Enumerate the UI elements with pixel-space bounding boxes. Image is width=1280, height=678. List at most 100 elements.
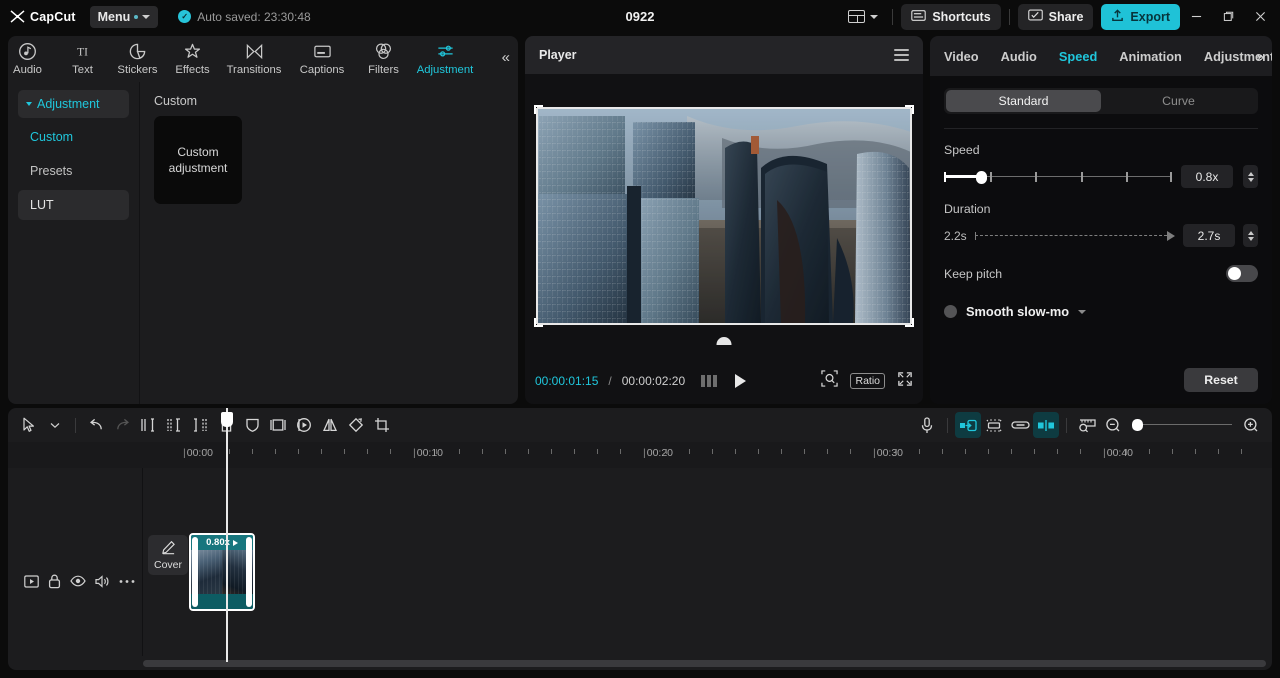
ruler-tick bbox=[896, 449, 897, 454]
zoom-slider-knob[interactable] bbox=[1132, 419, 1143, 431]
select-tool-dropdown[interactable] bbox=[42, 412, 68, 438]
video-clip[interactable]: 0.80x bbox=[189, 533, 255, 611]
tab-animation[interactable]: Animation bbox=[1119, 49, 1182, 64]
zoom-in-button[interactable] bbox=[1238, 412, 1264, 438]
close-button[interactable] bbox=[1244, 0, 1276, 33]
speed-mode-standard[interactable]: Standard bbox=[946, 90, 1101, 112]
maximize-button[interactable] bbox=[1212, 0, 1244, 33]
tab-effects[interactable]: Effects bbox=[165, 37, 220, 81]
smooth-slow-mo-row[interactable]: Smooth slow-mo bbox=[944, 304, 1258, 319]
tab-adjustment[interactable]: Adjustment bbox=[411, 37, 479, 81]
adjust-spacing-button[interactable] bbox=[981, 412, 1007, 438]
freeze-button[interactable] bbox=[239, 412, 265, 438]
timeline-horizontal-scrollbar[interactable] bbox=[143, 660, 1266, 667]
split-button[interactable] bbox=[135, 412, 161, 438]
ratio-button[interactable]: Ratio bbox=[850, 373, 885, 389]
hamburger-icon[interactable] bbox=[894, 49, 909, 61]
menu-button[interactable]: Menu bbox=[90, 6, 159, 28]
rotate-handle[interactable] bbox=[717, 337, 732, 345]
more-icon[interactable] bbox=[119, 579, 135, 584]
undo-button[interactable] bbox=[83, 412, 109, 438]
reset-button[interactable]: Reset bbox=[1184, 368, 1258, 392]
align-center-button[interactable] bbox=[1033, 412, 1059, 438]
trim-left-button[interactable] bbox=[161, 412, 187, 438]
select-tool-button[interactable] bbox=[16, 412, 42, 438]
auto-snap-button[interactable] bbox=[955, 412, 981, 438]
share-button[interactable]: Share bbox=[1018, 4, 1094, 30]
magnifier-icon[interactable] bbox=[821, 370, 838, 392]
layout-button[interactable] bbox=[842, 6, 884, 27]
sidebar-item-custom[interactable]: Custom bbox=[18, 122, 129, 152]
clip-area[interactable]: Cover 0.80x bbox=[143, 468, 1272, 656]
resize-handle-tl[interactable] bbox=[534, 105, 543, 114]
tab-transitions[interactable]: Transitions bbox=[220, 37, 288, 81]
reverse-button[interactable] bbox=[291, 412, 317, 438]
speed-slider[interactable] bbox=[944, 169, 1171, 185]
tab-label: Filters bbox=[368, 64, 399, 76]
tab-audio[interactable]: Audio bbox=[8, 37, 55, 81]
resize-handle-br[interactable] bbox=[905, 318, 914, 327]
record-voiceover-button[interactable] bbox=[914, 412, 940, 438]
speed-mode-curve[interactable]: Curve bbox=[1101, 90, 1256, 112]
track-type-icon[interactable] bbox=[24, 575, 39, 588]
shortcuts-button[interactable]: Shortcuts bbox=[901, 4, 1000, 30]
tab-captions[interactable]: Captions bbox=[288, 37, 356, 81]
speed-value-input[interactable]: 0.8x bbox=[1181, 165, 1233, 188]
duration-stepper[interactable] bbox=[1243, 224, 1258, 247]
timeline-zoom-slider[interactable] bbox=[1132, 418, 1232, 432]
keep-pitch-toggle[interactable] bbox=[1226, 265, 1258, 282]
tab-stickers[interactable]: Stickers bbox=[110, 37, 165, 81]
zoom-out-button[interactable] bbox=[1100, 412, 1126, 438]
lock-icon[interactable] bbox=[48, 574, 61, 589]
sidebar-item-lut[interactable]: LUT bbox=[18, 190, 129, 220]
crop-button[interactable] bbox=[369, 412, 395, 438]
video-frame[interactable] bbox=[534, 105, 914, 327]
frames-icon[interactable] bbox=[701, 375, 717, 387]
eye-icon[interactable] bbox=[70, 575, 86, 587]
playhead-handle[interactable] bbox=[221, 412, 233, 427]
clip-trim-right-handle[interactable] bbox=[246, 537, 252, 607]
tab-video[interactable]: Video bbox=[944, 49, 979, 64]
speaker-icon[interactable] bbox=[95, 575, 110, 588]
fullscreen-icon[interactable] bbox=[897, 371, 913, 392]
play-button[interactable] bbox=[735, 374, 746, 388]
duration-track[interactable] bbox=[975, 231, 1175, 241]
speed-stepper[interactable] bbox=[1243, 165, 1258, 188]
clip-trim-left-handle[interactable] bbox=[192, 537, 198, 607]
timeline-ruler[interactable]: 00:00 00:10 00:20 00:30 00:40 bbox=[8, 442, 1272, 468]
nav-group-adjustment[interactable]: Adjustment bbox=[18, 90, 129, 118]
tabs-overflow-icon[interactable]: » bbox=[1257, 49, 1264, 64]
duration-min-label: 2.2s bbox=[944, 229, 967, 243]
tab-filters[interactable]: Filters bbox=[356, 37, 411, 81]
cover-button[interactable]: Cover bbox=[148, 535, 188, 575]
current-time[interactable]: 00:00:01:15 bbox=[535, 374, 598, 388]
tab-text[interactable]: TI Text bbox=[55, 37, 110, 81]
nav-item-label: LUT bbox=[30, 198, 54, 212]
redo-button[interactable] bbox=[109, 412, 135, 438]
divider bbox=[75, 418, 76, 433]
speed-slider-knob[interactable] bbox=[976, 171, 987, 184]
flip-button[interactable] bbox=[317, 412, 343, 438]
custom-adjustment-card[interactable]: Custom adjustment bbox=[154, 116, 242, 204]
link-clips-button[interactable] bbox=[1007, 412, 1033, 438]
divider bbox=[892, 9, 893, 25]
collapse-panel-icon[interactable]: « bbox=[502, 49, 510, 66]
trim-right-button[interactable] bbox=[187, 412, 213, 438]
resize-handle-bl[interactable] bbox=[534, 318, 543, 327]
clip-speed-badge[interactable]: 0.80x bbox=[191, 535, 253, 550]
fit-timeline-button[interactable] bbox=[1074, 412, 1100, 438]
mirror-button[interactable] bbox=[265, 412, 291, 438]
media-panel-body: Adjustment Custom Presets LUT Custom bbox=[8, 82, 518, 404]
tab-speed[interactable]: Speed bbox=[1059, 49, 1097, 64]
slider-tick bbox=[1035, 172, 1037, 182]
sidebar-item-presets[interactable]: Presets bbox=[18, 156, 129, 186]
duration-value-input[interactable]: 2.7s bbox=[1183, 224, 1235, 247]
resize-handle-tr[interactable] bbox=[905, 105, 914, 114]
tab-audio[interactable]: Audio bbox=[1001, 49, 1037, 64]
playhead[interactable] bbox=[226, 408, 228, 662]
rotate-button[interactable] bbox=[343, 412, 369, 438]
smooth-slow-mo-checkbox[interactable] bbox=[944, 305, 957, 318]
chevron-down-icon[interactable] bbox=[1078, 310, 1086, 314]
export-button[interactable]: Export bbox=[1101, 4, 1180, 30]
minimize-button[interactable] bbox=[1180, 0, 1212, 33]
